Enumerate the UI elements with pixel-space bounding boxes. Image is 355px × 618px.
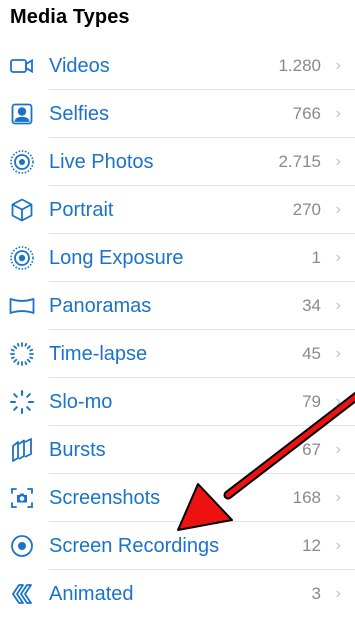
list-item-label: Slo-mo (49, 390, 113, 413)
list-item-videos[interactable]: Videos 1.280 › (0, 42, 355, 90)
list-item-selfies[interactable]: Selfies 766 › (0, 90, 355, 138)
list-item-count: 168 (292, 488, 321, 507)
chevron-right-icon: › (335, 297, 341, 314)
chevron-right-icon: › (335, 537, 341, 554)
list-item-label: Screen Recordings (49, 534, 220, 557)
list-item-count: 1.280 (278, 56, 321, 75)
list-item-bursts[interactable]: Bursts 67 › (0, 426, 355, 474)
list-item-count: 3 (311, 584, 321, 603)
list-item-panoramas[interactable]: Panoramas 34 › (0, 282, 355, 330)
list-item-count: 67 (302, 440, 321, 459)
selfie-icon (8, 100, 36, 128)
list-item-count: 12 (302, 536, 321, 555)
list-item-portrait[interactable]: Portrait 270 › (0, 186, 355, 234)
screenshot-icon (8, 484, 36, 512)
list-item-label: Live Photos (49, 150, 154, 173)
live-photo-icon (8, 148, 36, 176)
list-item-long-exposure[interactable]: Long Exposure 1 › (0, 234, 355, 282)
list-item-label: Selfies (49, 102, 110, 125)
chevron-right-icon: › (335, 345, 341, 362)
list-item-count: 766 (292, 104, 321, 123)
list-item-label: Panoramas (49, 294, 152, 317)
list-item-label: Videos (49, 54, 110, 77)
portrait-cube-icon (8, 196, 36, 224)
time-lapse-icon (8, 340, 36, 368)
list-item-slo-mo[interactable]: Slo-mo 79 › (0, 378, 355, 426)
chevron-right-icon: › (335, 489, 341, 506)
list-item-animated[interactable]: Animated 3 › (0, 570, 355, 618)
chevron-right-icon: › (335, 105, 341, 122)
chevron-right-icon: › (335, 201, 341, 218)
list-item-screenshots[interactable]: Screenshots 168 › (0, 474, 355, 522)
list-item-label: Portrait (49, 198, 114, 221)
animated-icon (8, 580, 36, 608)
chevron-right-icon: › (335, 249, 341, 266)
list-item-label: Bursts (49, 438, 106, 461)
list-item-label: Long Exposure (49, 246, 184, 269)
list-item-label: Time-lapse (49, 342, 148, 365)
list-item-label: Animated (49, 582, 134, 605)
video-icon (8, 52, 36, 80)
long-exposure-icon (8, 244, 36, 272)
chevron-right-icon: › (335, 441, 341, 458)
list-item-count: 79 (302, 392, 321, 411)
list-item-count: 45 (302, 344, 321, 363)
bursts-icon (8, 436, 36, 464)
chevron-right-icon: › (335, 393, 341, 410)
screen-recording-icon (8, 532, 36, 560)
list-item-label: Screenshots (49, 486, 161, 509)
chevron-right-icon: › (335, 57, 341, 74)
chevron-right-icon: › (335, 585, 341, 602)
panorama-icon (8, 292, 36, 320)
list-item-screen-recordings[interactable]: Screen Recordings 12 › (0, 522, 355, 570)
list-item-live-photos[interactable]: Live Photos 2.715 › (0, 138, 355, 186)
list-item-count: 270 (292, 200, 321, 219)
list-item-count: 34 (302, 296, 321, 315)
page-title: Media Types (10, 6, 130, 28)
slo-mo-icon (8, 388, 36, 416)
chevron-right-icon: › (335, 153, 341, 170)
list-item-count: 2.715 (278, 152, 321, 171)
list-item-time-lapse[interactable]: Time-lapse 45 › (0, 330, 355, 378)
list-item-count: 1 (311, 248, 321, 267)
media-types-list: Videos 1.280 › Selfies 766 › Live Photos… (0, 42, 355, 618)
